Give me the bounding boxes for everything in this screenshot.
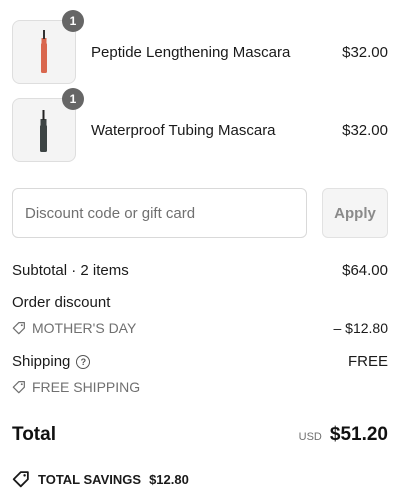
shipping-label: Shipping xyxy=(12,353,71,370)
help-icon[interactable]: ? xyxy=(76,355,91,369)
discount-code-text: MOTHER'S DAY xyxy=(32,320,137,336)
order-discount-code: MOTHER'S DAY xyxy=(12,320,136,336)
discount-code-input[interactable] xyxy=(12,188,307,238)
subtotal-value: $64.00 xyxy=(342,262,388,279)
total-label: Total xyxy=(12,424,56,445)
total-savings: TOTAL SAVINGS $12.80 xyxy=(12,470,189,488)
subtotal-label: Subtotal · 2 items xyxy=(12,262,129,279)
quantity-badge: 1 xyxy=(62,10,84,32)
order-discount-value: – $12.80 xyxy=(333,320,389,336)
shipping-discount-code: FREE SHIPPING xyxy=(12,379,140,395)
shipping-code-text: FREE SHIPPING xyxy=(32,379,141,395)
total-amount-group: USD $51.20 xyxy=(299,424,388,446)
savings-value: $12.80 xyxy=(149,471,189,487)
order-discount-label: Order discount xyxy=(12,294,111,311)
product-price: $32.00 xyxy=(342,122,388,139)
shipping-value: FREE xyxy=(347,353,388,370)
mascara-image-icon xyxy=(40,110,47,152)
quantity-badge: 1 xyxy=(62,88,84,110)
product-price: $32.00 xyxy=(342,44,388,61)
shipping-row: Shipping? xyxy=(12,353,91,370)
mascara-image-icon xyxy=(41,30,47,73)
apply-discount-button[interactable]: Apply xyxy=(322,188,388,238)
savings-label: TOTAL SAVINGS xyxy=(38,471,142,487)
currency-code: USD xyxy=(298,431,322,443)
product-name: Peptide Lengthening Mascara xyxy=(91,44,291,61)
tag-icon xyxy=(12,322,25,335)
product-name: Waterproof Tubing Mascara xyxy=(91,122,276,139)
total-value: $51.20 xyxy=(329,424,388,445)
line-item: 1 Waterproof Tubing Mascara $32.00 xyxy=(0,88,400,164)
savings-tag-icon xyxy=(12,471,29,488)
line-item: 1 Peptide Lengthening Mascara $32.00 xyxy=(0,10,400,86)
tag-icon xyxy=(12,381,25,394)
